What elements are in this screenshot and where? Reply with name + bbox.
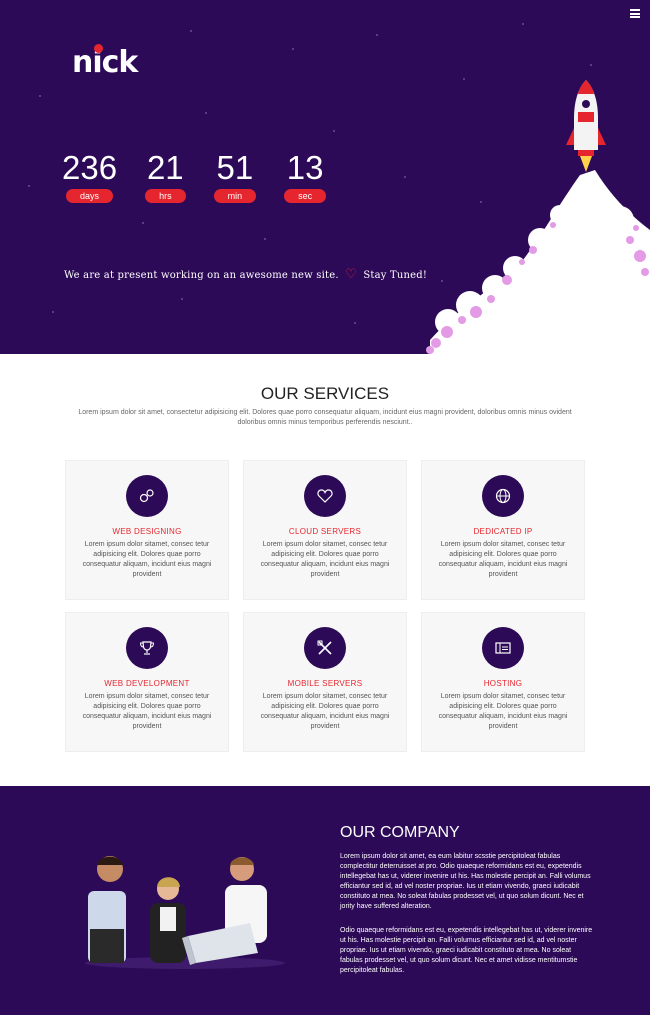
company-section: OUR COMPANY Lorem ipsum dolor sit amet, … <box>0 786 650 1015</box>
service-card[interactable]: WEB DESIGNING Lorem ipsum dolor sitamet,… <box>65 460 229 600</box>
services-section: OUR SERVICES Lorem ipsum dolor sit amet,… <box>0 354 650 786</box>
service-title: WEB DESIGNING <box>112 527 182 536</box>
services-intro: Lorem ipsum dolor sit amet, consectetur … <box>78 409 572 426</box>
service-description: Lorem ipsum dolor sitamet, consec tetur … <box>82 693 212 730</box>
heart-icon <box>304 475 346 517</box>
service-card[interactable]: CLOUD SERVERS Lorem ipsum dolor sitamet,… <box>243 460 407 600</box>
company-paragraph-1: Lorem ipsum dolor sit amet, ea eum labit… <box>340 853 591 910</box>
service-card[interactable]: HOSTING Lorem ipsum dolor sitamet, conse… <box>421 612 585 752</box>
service-card[interactable]: DEDICATED IP Lorem ipsum dolor sitamet, … <box>421 460 585 600</box>
tools-icon <box>304 627 346 669</box>
service-title: CLOUD SERVERS <box>288 527 362 536</box>
gears-icon <box>126 475 168 517</box>
service-card[interactable]: WEB DEVELOPMENT Lorem ipsum dolor sitame… <box>65 612 229 752</box>
company-paragraph-2: Odio quaeque reformidans est eu, expeten… <box>340 927 593 974</box>
services-title: OUR SERVICES <box>260 384 390 403</box>
service-description: Lorem ipsum dolor sitamet, consec tetur … <box>260 693 390 730</box>
service-title: MOBILE SERVERS <box>287 679 363 688</box>
service-card[interactable]: MOBILE SERVERS Lorem ipsum dolor sitamet… <box>243 612 407 752</box>
service-description: Lorem ipsum dolor sitamet, consec tetur … <box>438 693 568 730</box>
service-description: Lorem ipsum dolor sitamet, consec tetur … <box>260 541 390 578</box>
team-photo <box>85 856 285 969</box>
server-icon <box>482 627 524 669</box>
hero-section: nick 236 days 21 hrs 51 min 13 sec We ar… <box>0 0 650 354</box>
globe-icon <box>482 475 524 517</box>
company-title: OUR COMPANY <box>340 824 460 841</box>
service-description: Lorem ipsum dolor sitamet, consec tetur … <box>438 541 568 578</box>
service-title: HOSTING <box>483 679 523 688</box>
rocket-illustration <box>426 80 650 354</box>
service-title: WEB DEVELOPMENT <box>104 679 190 688</box>
service-title: DEDICATED IP <box>473 527 533 536</box>
service-description: Lorem ipsum dolor sitamet, consec tetur … <box>82 541 212 578</box>
trophy-icon <box>126 627 168 669</box>
